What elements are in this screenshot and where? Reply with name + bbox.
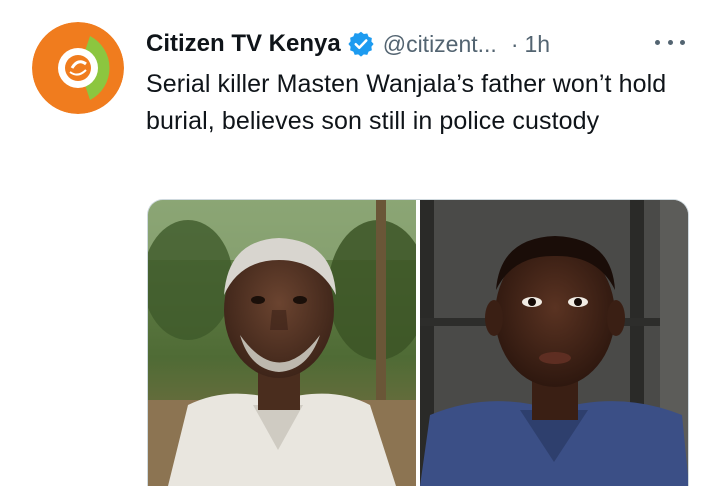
separator-dot: · bbox=[510, 30, 519, 57]
display-name[interactable]: Citizen TV Kenya bbox=[146, 30, 341, 58]
tweet-header: Citizen TV Kenya @citizent... · 1h bbox=[146, 28, 686, 60]
tweet-card[interactable]: Citizen TV Kenya @citizent... · 1h Seria… bbox=[0, 0, 719, 489]
timestamp[interactable]: 1h bbox=[525, 31, 551, 58]
dot-icon bbox=[655, 39, 660, 45]
tweet-text: Serial killer Masten Wanjala’s father wo… bbox=[146, 70, 667, 135]
dot-icon bbox=[667, 39, 673, 45]
more-options-icon[interactable] bbox=[655, 30, 685, 54]
verified-badge-icon bbox=[347, 30, 375, 58]
avatar[interactable] bbox=[32, 22, 124, 114]
citizen-tv-logo-icon bbox=[32, 22, 124, 114]
father-photo[interactable] bbox=[148, 200, 417, 486]
media-grid bbox=[147, 199, 689, 486]
dot-icon bbox=[680, 39, 685, 45]
son-photo[interactable] bbox=[419, 200, 688, 486]
handle[interactable]: @citizent... bbox=[383, 31, 497, 58]
